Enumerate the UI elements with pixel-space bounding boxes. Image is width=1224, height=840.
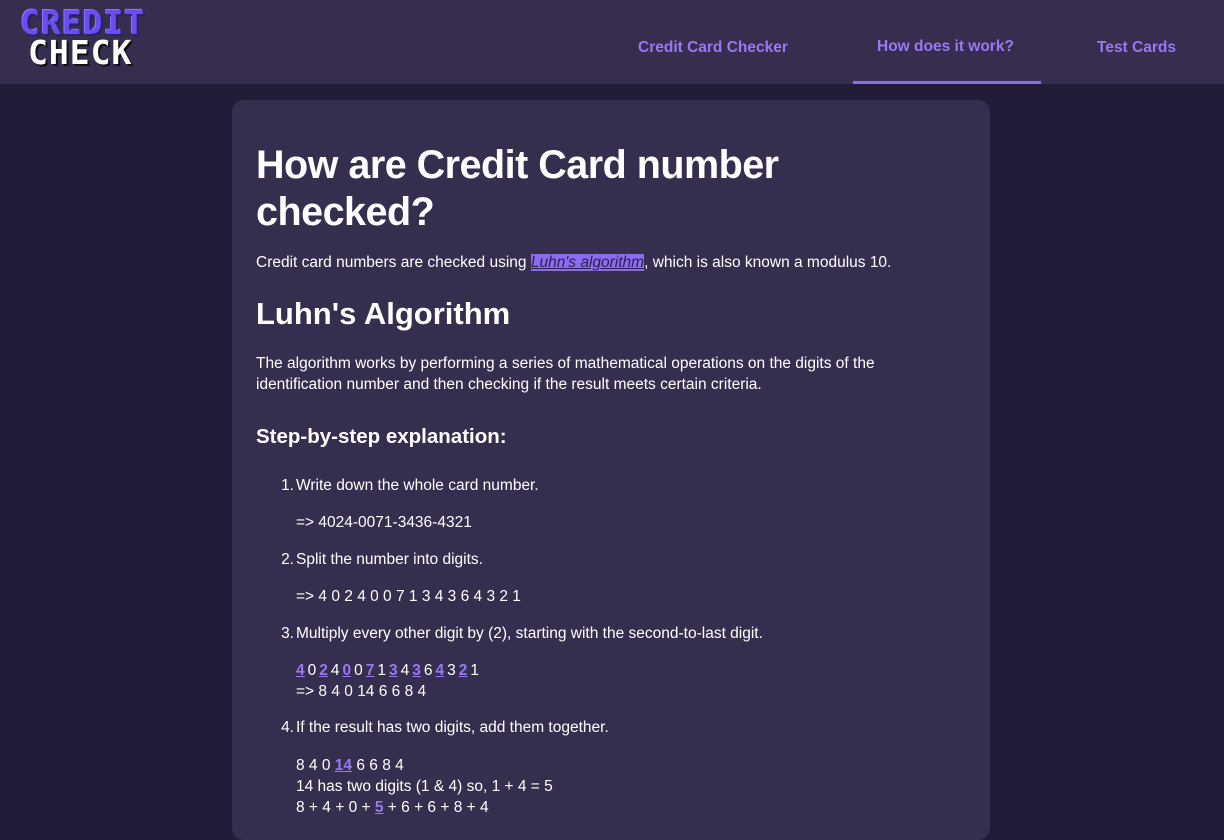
intro-text-after: , which is also known a modulus 10.: [644, 254, 892, 271]
doubled-digit: 3: [389, 662, 398, 679]
digit: 4: [330, 662, 340, 679]
nav-credit-card-checker[interactable]: Credit Card Checker: [638, 39, 788, 57]
doubled-digit: 2: [319, 662, 328, 679]
logo-line-check: CHECK: [28, 33, 133, 72]
step-text: If the result has two digits, add them t…: [296, 719, 609, 736]
doubled-digit: 0: [342, 662, 352, 679]
step-3: 3. Multiply every other digit by (2), sta…: [276, 624, 763, 644]
step-3-result: => 8 4 0 14 6 6 8 4: [296, 683, 427, 700]
step-text: Write down the whole card number.: [296, 477, 539, 494]
steps-heading: Step-by-step explanation:: [256, 425, 507, 448]
digit: 1: [470, 662, 479, 679]
step-4: 4. If the result has two digits, add them…: [276, 718, 609, 738]
site-logo[interactable]: CREDIT CHECK: [20, 6, 180, 72]
intro-text-before: Credit card numbers are checked using: [256, 254, 531, 271]
luhn-algorithm-link[interactable]: Luhn's algorithm: [530, 254, 645, 271]
step-4-line-3-after: + 6 + 6 + 8 + 4: [383, 799, 489, 816]
step-1: 1. Write down the whole card number.: [276, 476, 539, 496]
top-navbar: CREDIT CHECK Credit Card Checker How doe…: [0, 0, 1224, 84]
step-4-line-3: 8 + 4 + 0 + 5 + 6 + 6 + 8 + 4: [296, 797, 489, 818]
nav-how-does-it-work[interactable]: How does it work?: [877, 38, 1014, 56]
step-4-line-2: 14 has two digits (1 & 4) so, 1 + 4 = 5: [296, 778, 553, 795]
doubled-digit: 2: [458, 662, 468, 679]
step-4-line-3-before: 8 + 4 + 0 +: [296, 799, 375, 816]
digit: 6: [423, 662, 433, 679]
digit: 1: [377, 662, 386, 679]
intro-paragraph: Credit card numbers are checked using Lu…: [256, 253, 976, 273]
doubled-digit: 4: [435, 662, 445, 679]
active-nav-indicator: [853, 81, 1041, 84]
step-number: 4.: [281, 719, 294, 736]
step-4-line-1: 8 4 0 14 6 6 8 4: [296, 755, 404, 776]
digit: 4: [400, 662, 410, 679]
step-text: Split the number into digits.: [296, 551, 483, 568]
digit: 0: [354, 662, 363, 679]
doubled-digit: 4: [296, 662, 305, 679]
doubled-digit: 3: [412, 662, 421, 679]
step-2: 2. Split the number into digits.: [276, 550, 483, 570]
step-4-line-1-after: 6 6 8 4: [352, 757, 404, 774]
step-4-line-1-before: 8 4 0: [296, 757, 335, 774]
step-1-result: => 4024-0071-3436-4321: [296, 514, 472, 531]
page-title: How are Credit Card number checked?: [256, 143, 779, 234]
digit: 0: [307, 662, 317, 679]
digit: 3: [447, 662, 456, 679]
doubled-digit: 7: [365, 662, 375, 679]
step-2-result: => 4 0 2 4 0 0 7 1 3 4 3 6 4 3 2 1: [296, 588, 521, 605]
section-heading-luhn: Luhn's Algorithm: [256, 296, 511, 331]
algorithm-description: The algorithm works by performing a seri…: [256, 355, 875, 393]
step-text: Multiply every other digit by (2), start…: [296, 625, 763, 642]
step-number: 2.: [281, 551, 294, 568]
step-number: 1.: [281, 477, 294, 494]
highlighted-number: 14: [334, 757, 353, 774]
step-3-digit-row: 4024007134364321: [296, 660, 482, 681]
nav-test-cards[interactable]: Test Cards: [1097, 39, 1176, 57]
step-number: 3.: [281, 625, 294, 642]
